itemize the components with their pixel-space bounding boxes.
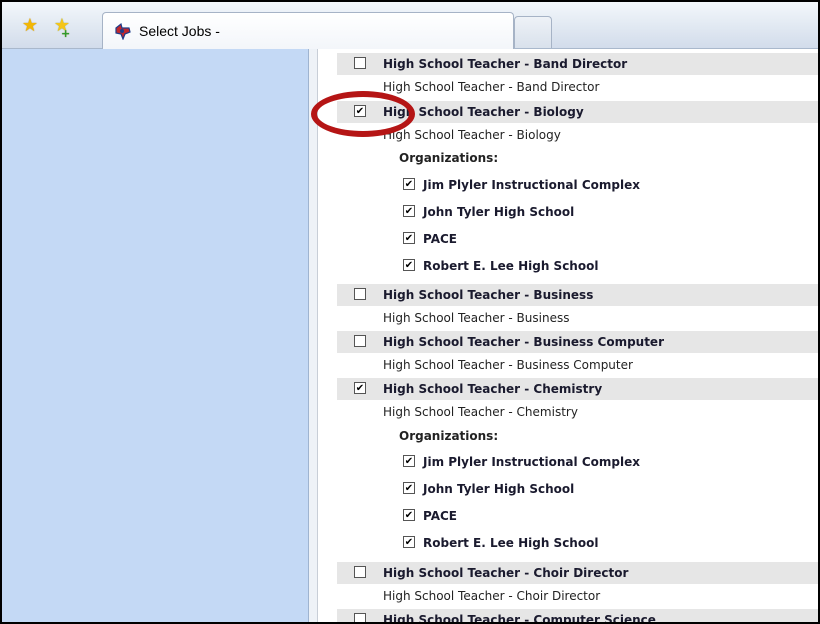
job-row: High School Teacher - Business Computer	[337, 331, 818, 353]
organization-name: Robert E. Lee High School	[423, 536, 599, 550]
organization-checkbox[interactable]	[403, 205, 415, 217]
browser-window: ★ ★ + Select Jobs - High School Teacher -…	[0, 0, 820, 624]
organization-row: Jim Plyler Instructional Complex	[337, 174, 818, 196]
tab-select-jobs[interactable]: Select Jobs -	[102, 12, 514, 49]
organization-row: Robert E. Lee High School	[337, 255, 818, 277]
organization-checkbox[interactable]	[403, 482, 415, 494]
job-description-row: High School Teacher - Choir Director	[337, 586, 818, 608]
job-title: High School Teacher - Choir Director	[383, 566, 629, 580]
organization-name: Jim Plyler Instructional Complex	[423, 455, 640, 469]
job-description-row: High School Teacher - Chemistry	[337, 402, 818, 424]
job-title: High School Teacher - Computer Science	[383, 613, 656, 624]
organizations-label: Organizations:	[399, 151, 499, 165]
job-title: High School Teacher - Business Computer	[383, 335, 664, 349]
job-row: High School Teacher - Computer Science	[337, 609, 818, 624]
organization-row: PACE	[337, 228, 818, 250]
organizations-label-row: Organizations:	[337, 426, 818, 448]
organization-checkbox[interactable]	[403, 178, 415, 190]
add-favorite-icon[interactable]: ★ +	[52, 16, 72, 41]
job-description: High School Teacher - Business	[383, 311, 570, 325]
job-checkbox[interactable]	[354, 566, 366, 578]
job-row: High School Teacher - Choir Director	[337, 562, 818, 584]
job-row: High School Teacher - Business	[337, 284, 818, 306]
job-description: High School Teacher - Choir Director	[383, 589, 601, 603]
job-description-row: High School Teacher - Business Computer	[337, 355, 818, 377]
job-description-row: High School Teacher - Band Director	[337, 77, 818, 99]
organizations-label-row: Organizations:	[337, 148, 818, 170]
organization-row: Robert E. Lee High School	[337, 532, 818, 554]
job-checkbox[interactable]	[354, 105, 366, 117]
job-row: High School Teacher - Chemistry	[337, 378, 818, 400]
favorites-star-icon[interactable]: ★	[20, 16, 40, 36]
job-list: High School Teacher - Band Director High…	[337, 49, 818, 624]
organization-checkbox[interactable]	[403, 536, 415, 548]
organization-checkbox[interactable]	[403, 232, 415, 244]
job-description: High School Teacher - Band Director	[383, 80, 600, 94]
organization-row: John Tyler High School	[337, 478, 818, 500]
job-description: High School Teacher - Business Computer	[383, 358, 633, 372]
job-checkbox[interactable]	[354, 335, 366, 347]
organization-row: Jim Plyler Instructional Complex	[337, 451, 818, 473]
organization-row: PACE	[337, 505, 818, 527]
sidebar-panel	[2, 49, 309, 622]
job-description: High School Teacher - Chemistry	[383, 405, 578, 419]
tab-bar: ★ ★ + Select Jobs -	[2, 2, 818, 49]
job-description: High School Teacher - Biology	[383, 128, 561, 142]
organization-name: Robert E. Lee High School	[423, 259, 599, 273]
organization-name: PACE	[423, 509, 457, 523]
job-checkbox[interactable]	[354, 382, 366, 394]
job-checkbox[interactable]	[354, 288, 366, 300]
job-title: High School Teacher - Business	[383, 288, 594, 302]
job-title: High School Teacher - Biology	[383, 105, 584, 119]
organization-name: John Tyler High School	[423, 205, 575, 219]
job-row: High School Teacher - Band Director	[337, 53, 818, 75]
organization-checkbox[interactable]	[403, 455, 415, 467]
job-title: High School Teacher - Chemistry	[383, 382, 603, 396]
organization-name: John Tyler High School	[423, 482, 575, 496]
texas-flag-icon	[115, 22, 131, 40]
job-checkbox[interactable]	[354, 57, 366, 69]
organization-checkbox[interactable]	[403, 259, 415, 271]
organization-checkbox[interactable]	[403, 509, 415, 521]
job-row: High School Teacher - Biology	[337, 101, 818, 123]
splitter[interactable]	[309, 49, 318, 622]
organizations-label: Organizations:	[399, 429, 499, 443]
job-title: High School Teacher - Band Director	[383, 57, 628, 71]
organization-row: John Tyler High School	[337, 201, 818, 223]
job-description-row: High School Teacher - Business	[337, 308, 818, 330]
job-checkbox[interactable]	[354, 613, 366, 622]
job-description-row: High School Teacher - Biology	[337, 125, 818, 147]
new-tab-button[interactable]	[514, 16, 552, 48]
organization-name: Jim Plyler Instructional Complex	[423, 178, 640, 192]
organization-name: PACE	[423, 232, 457, 246]
tab-title: Select Jobs -	[139, 23, 220, 39]
